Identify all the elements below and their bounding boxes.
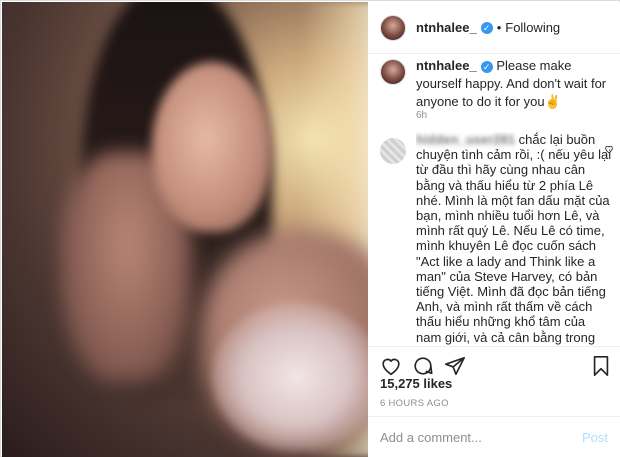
- caption-avatar[interactable]: [380, 59, 406, 85]
- post-timestamp[interactable]: 6 HOURS AGO: [380, 398, 449, 409]
- bookmark-icon[interactable]: [590, 355, 612, 377]
- caption-verified-badge-icon: ✓: [480, 61, 493, 73]
- caption-username[interactable]: ntnhalee_: [416, 58, 477, 73]
- following-button[interactable]: Following: [505, 20, 560, 35]
- add-comment-input[interactable]: [380, 429, 582, 445]
- comment-composer: Post: [368, 416, 620, 457]
- verified-badge-icon: ✓: [480, 21, 493, 34]
- commenter-avatar[interactable]: [380, 138, 406, 164]
- photo-fluffy-top: [212, 302, 368, 452]
- post-side-panel: ntnhalee_ ✓ • Following ntnhalee_ ✓ Pleas…: [368, 2, 620, 457]
- commenter-username[interactable]: hidden_user281: [416, 132, 515, 147]
- likes-count[interactable]: 15,275 likes: [380, 376, 452, 391]
- comment-icon[interactable]: [412, 355, 434, 377]
- post-comment-button[interactable]: Post: [582, 430, 608, 445]
- caption: ntnhalee_ ✓ Please make yourself happy. A…: [416, 57, 610, 111]
- author-avatar[interactable]: [380, 14, 406, 41]
- header-separator: •: [496, 20, 502, 35]
- caption-time[interactable]: 6h: [416, 110, 427, 121]
- comment-body: hidden_user281 chắc lại buồn chuyện tình…: [416, 132, 612, 346]
- share-icon[interactable]: [444, 355, 466, 377]
- caption-row: ntnhalee_ ✓ Please make yourself happy. A…: [380, 57, 610, 111]
- post-photo[interactable]: [2, 2, 368, 457]
- heart-icon[interactable]: [380, 355, 402, 377]
- author-username[interactable]: ntnhalee_: [416, 20, 477, 35]
- small-heart-icon[interactable]: [604, 144, 614, 154]
- comment-text: chắc lại buồn chuyện tình cảm rồi, :( nế…: [416, 132, 612, 346]
- comment-row: hidden_user281 chắc lại buồn chuyện tình…: [380, 132, 614, 346]
- instagram-post: ntnhalee_ ✓ • Following ntnhalee_ ✓ Pleas…: [0, 0, 620, 457]
- post-header: ntnhalee_ ✓ • Following: [368, 2, 620, 54]
- photo-face: [152, 62, 272, 232]
